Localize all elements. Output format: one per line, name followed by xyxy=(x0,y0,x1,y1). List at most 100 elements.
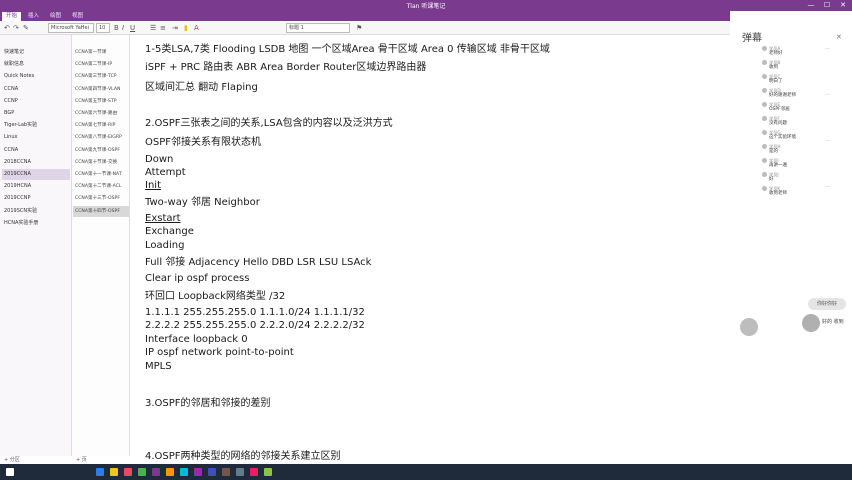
page-item[interactable]: CCNA第三节课-TCP xyxy=(75,71,128,82)
section-item[interactable]: 2019CCNA xyxy=(2,169,70,180)
taskbar-app-icon[interactable] xyxy=(250,468,258,476)
highlight-icon[interactable]: ▮ xyxy=(184,24,188,32)
undo-icon[interactable]: ↶ xyxy=(4,24,10,32)
section-item[interactable]: Quick Notes xyxy=(4,71,68,82)
section-item[interactable]: CCNA xyxy=(4,84,68,95)
italic-icon[interactable]: I xyxy=(122,24,124,32)
section-item[interactable]: CCNA xyxy=(4,145,68,156)
chat-close-icon[interactable]: ✕ xyxy=(836,33,842,41)
note-line[interactable]: Exchange xyxy=(145,225,194,238)
taskbar-app-icon[interactable] xyxy=(124,468,132,476)
bullets-icon[interactable]: ☰ xyxy=(150,24,156,32)
font-size-select[interactable]: 10 xyxy=(96,23,110,33)
taskbar-app-icon[interactable] xyxy=(96,468,104,476)
section-item[interactable]: BGP xyxy=(4,108,68,119)
page-item[interactable]: CCNA第四节课-VLAN xyxy=(75,84,128,95)
note-line[interactable]: Down xyxy=(145,153,173,166)
note-line[interactable]: Init xyxy=(145,179,161,192)
note-line[interactable]: iSPF + PRC 路由表 ABR Area Border Router区域边… xyxy=(145,61,426,74)
note-line[interactable]: 1.1.1.1 255.255.255.0 1.1.1.0/24 1.1.1.1… xyxy=(145,306,365,319)
close-button[interactable]: ✕ xyxy=(836,0,850,11)
note-line[interactable]: Exstart xyxy=(145,212,181,225)
note-line[interactable]: 1-5类LSA,7类 Flooding LSDB 地图 一个区域Area 骨干区… xyxy=(145,43,550,56)
chat-message-text: 老师好 xyxy=(769,51,783,56)
chat-message: 学员C 明白了 xyxy=(762,74,846,85)
indent-icon[interactable]: ⇥ xyxy=(172,24,178,32)
note-line[interactable]: Full 邻接 Adjacency Hello DBD LSR LSU LSAc… xyxy=(145,256,371,269)
note-line[interactable]: 环回口 Loopback网络类型 /32 xyxy=(145,290,285,303)
more-icon[interactable]: ⋯ xyxy=(825,46,830,52)
note-line[interactable]: Two-way 邻居 Neighbor xyxy=(145,196,260,209)
section-item[interactable]: CCNP xyxy=(4,96,68,107)
taskbar-app-icon[interactable] xyxy=(236,468,244,476)
section-item[interactable]: Tiger-Lab实验 xyxy=(4,120,68,131)
note-line[interactable]: IP ospf network point-to-point xyxy=(145,346,294,359)
numbering-icon[interactable]: ≡ xyxy=(160,24,166,32)
underline-icon[interactable]: U xyxy=(130,24,135,32)
section-item[interactable]: 2019HCNA xyxy=(4,181,68,192)
note-line[interactable]: 区域间汇总 翻动 Flaping xyxy=(145,81,258,94)
section-item[interactable]: 快速笔记 xyxy=(4,47,68,58)
chat-message-text: OSPF邻居 xyxy=(769,107,790,112)
taskbar-app-icon[interactable] xyxy=(208,468,216,476)
style-select[interactable]: 标题 1 xyxy=(286,23,350,33)
tab-view[interactable]: 视图 xyxy=(68,12,87,21)
section-item[interactable]: Linux xyxy=(4,132,68,143)
taskbar-app-icon[interactable] xyxy=(152,468,160,476)
page-item[interactable]: CCNA第五节课-STP xyxy=(75,96,128,107)
note-line[interactable]: 2.2.2.2 255.255.255.0 2.2.2.0/24 2.2.2.2… xyxy=(145,319,365,332)
note-canvas[interactable]: 1-5类LSA,7类 Flooding LSDB 地图 一个区域Area 骨干区… xyxy=(131,35,730,464)
page-item[interactable]: CCNA第十二节课-ACL xyxy=(75,181,128,192)
note-line[interactable]: MPLS xyxy=(145,360,172,373)
chat-header: 弹幕 xyxy=(742,33,762,44)
taskbar-app-icon[interactable] xyxy=(264,468,272,476)
tag-icon[interactable]: ⚑ xyxy=(356,24,362,32)
note-line[interactable]: Loading xyxy=(145,239,184,252)
page-item[interactable]: CCNA第十三节-OSPF xyxy=(75,193,128,204)
section-item[interactable]: 2019SCN实验 xyxy=(4,206,68,217)
page-item[interactable]: CCNA第十四节-OSPF xyxy=(73,205,129,217)
note-line[interactable]: Interface loopback 0 xyxy=(145,333,248,346)
minimize-button[interactable]: — xyxy=(804,0,818,11)
taskbar-app-icon[interactable] xyxy=(110,468,118,476)
page-item[interactable]: CCNA第十节课-交换 xyxy=(75,157,128,168)
section-item[interactable]: 2019CCNP xyxy=(4,193,68,204)
start-icon[interactable] xyxy=(6,468,14,476)
font-name-select[interactable]: Microsoft YaHei xyxy=(48,23,94,33)
page-item[interactable]: CCNA第十一节课-NAT xyxy=(75,169,128,180)
note-line[interactable]: 3.OSPF的邻居和邻接的差别 xyxy=(145,397,271,410)
add-page-button[interactable]: + 页 xyxy=(76,456,87,464)
more-icon[interactable]: ⋯ xyxy=(825,138,830,144)
section-item[interactable]: 2018CCNA xyxy=(4,157,68,168)
note-line[interactable]: OSPF邻接关系有限状态机 xyxy=(145,136,261,149)
redo-icon[interactable]: ↷ xyxy=(13,24,19,32)
font-color-icon[interactable]: A xyxy=(194,24,199,32)
tab-draw[interactable]: 绘图 xyxy=(46,12,65,21)
taskbar-app-icon[interactable] xyxy=(194,468,202,476)
taskbar-app-icon[interactable] xyxy=(180,468,188,476)
taskbar-app-icon[interactable] xyxy=(166,468,174,476)
note-line[interactable]: Clear ip ospf process xyxy=(145,272,249,285)
avatar xyxy=(762,102,767,107)
tab-insert[interactable]: 插入 xyxy=(24,12,43,21)
taskbar-app-icon[interactable] xyxy=(138,468,146,476)
add-section-button[interactable]: + 分区 xyxy=(4,456,20,464)
maximize-button[interactable]: ☐ xyxy=(820,0,834,11)
page-item[interactable]: CCNA第一节课 xyxy=(75,47,128,58)
taskbar-app-icon[interactable] xyxy=(222,468,230,476)
section-item[interactable]: 就职信息 xyxy=(4,59,68,70)
more-icon[interactable]: ⋯ xyxy=(825,92,830,98)
page-item[interactable]: CCNA第八节课-EIGRP xyxy=(75,132,128,143)
bold-icon[interactable]: B xyxy=(114,24,119,32)
page-item[interactable]: CCNA第九节课-OSPF xyxy=(75,145,128,156)
section-item[interactable]: HCNA实验手册 xyxy=(4,218,68,229)
note-line[interactable]: 4.OSPF两种类型的网络的邻接关系建立区别 xyxy=(145,450,341,463)
format-painter-icon[interactable]: ✎ xyxy=(23,24,29,32)
page-item[interactable]: CCNA第七节课-RIP xyxy=(75,120,128,131)
more-icon[interactable]: ⋯ xyxy=(825,184,830,190)
page-item[interactable]: CCNA第二节课-IP xyxy=(75,59,128,70)
tab-home[interactable]: 开始 xyxy=(2,12,22,21)
note-line[interactable]: 2.OSPF三张表之间的关系,LSA包含的内容以及泛洪方式 xyxy=(145,117,393,130)
page-item[interactable]: CCNA第六节课-路由 xyxy=(75,108,128,119)
note-line[interactable]: Attempt xyxy=(145,166,186,179)
